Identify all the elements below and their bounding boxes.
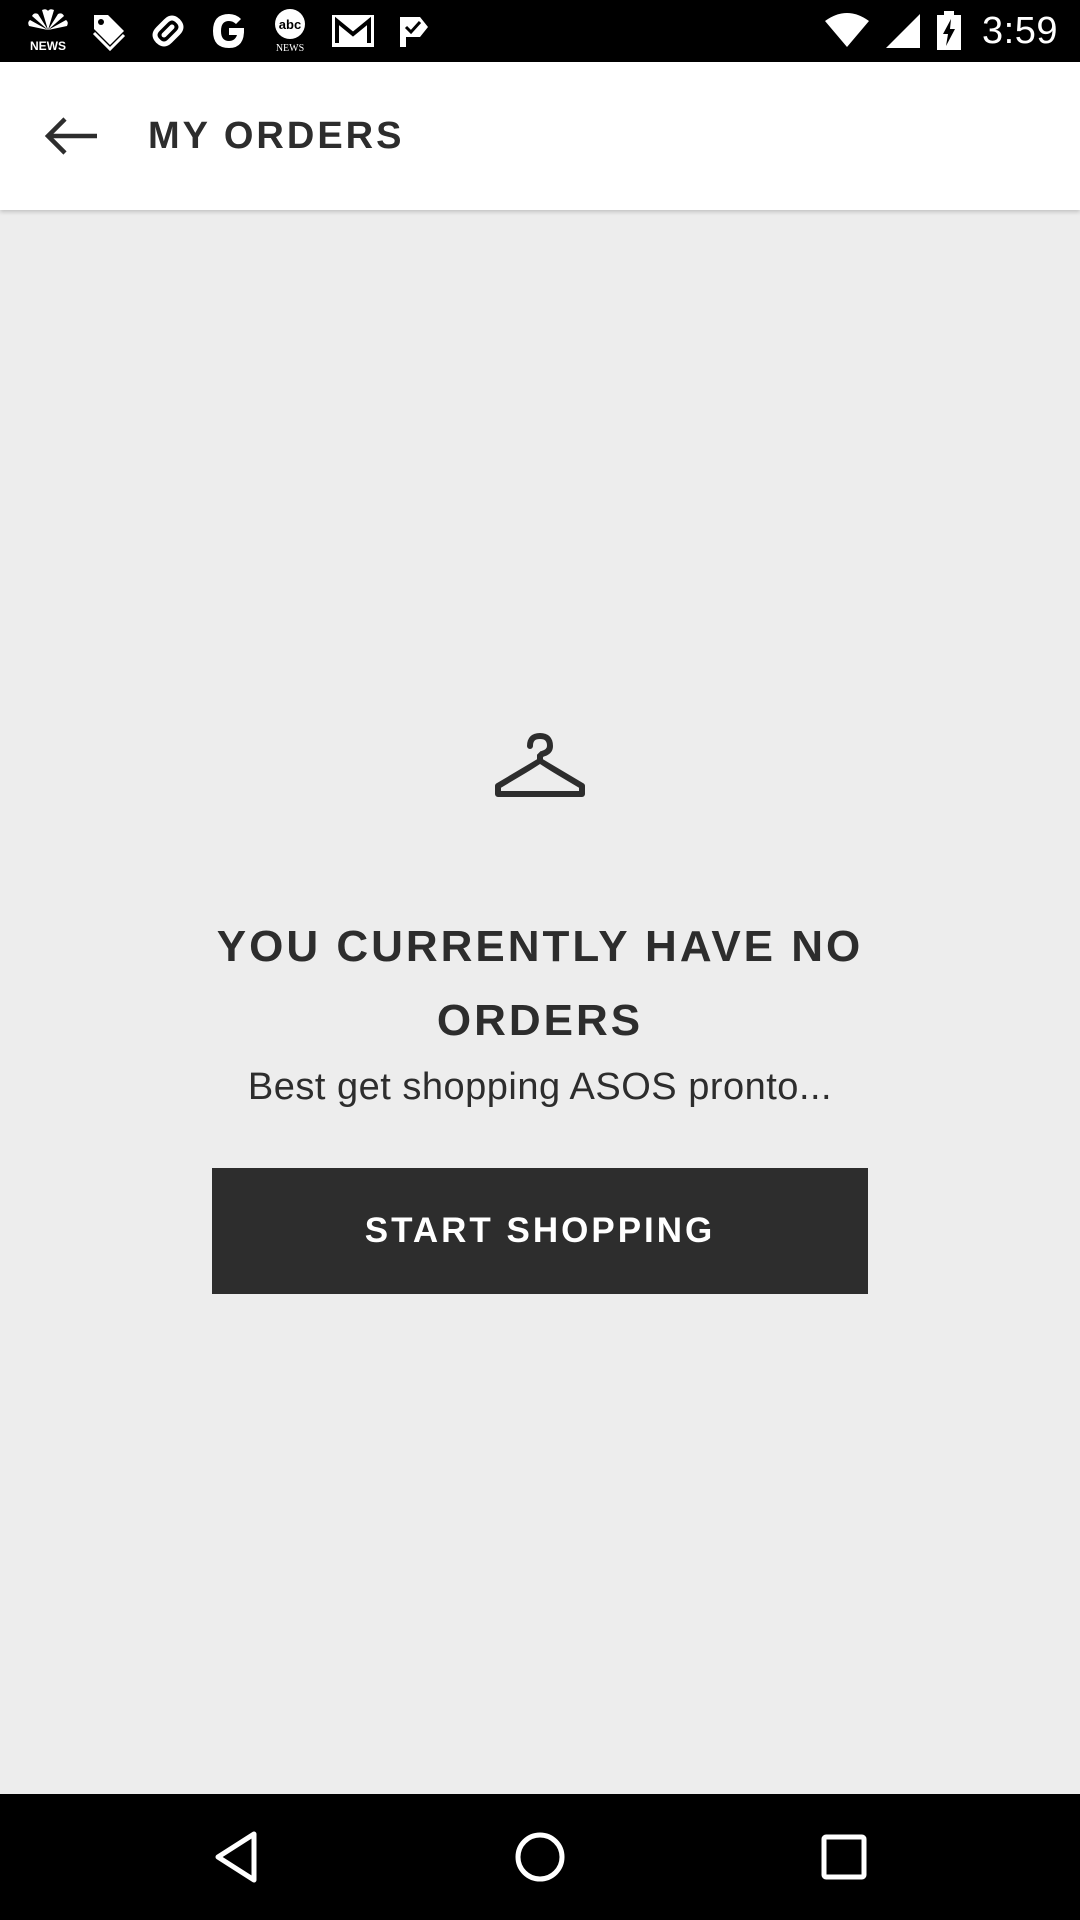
abc-news-icon: abc NEWS	[275, 9, 305, 54]
empty-state: YOU CURRENTLY HAVE NO ORDERS Best get sh…	[0, 210, 1080, 1794]
notification-icons: NEWS abc NEWS	[26, 8, 432, 54]
abc-label: abc	[279, 17, 301, 32]
status-time: 3:59	[982, 9, 1058, 52]
link-icon	[152, 15, 184, 47]
nav-home-button[interactable]	[470, 1794, 610, 1920]
nav-recents-icon	[821, 1834, 867, 1880]
navigation-bar	[0, 1794, 1080, 1920]
system-icons: 3:59	[824, 6, 1058, 56]
nav-back-icon	[215, 1831, 257, 1883]
back-button[interactable]	[36, 106, 106, 166]
nbc-news-icon: NEWS	[28, 9, 68, 53]
start-shopping-button[interactable]: START SHOPPING	[212, 1168, 868, 1294]
google-icon	[213, 14, 245, 48]
screen: NEWS abc NEWS 3:59 MY ORDERS YOU CURRENT…	[0, 0, 1080, 1920]
wifi-icon	[825, 13, 870, 47]
nav-recents-button[interactable]	[774, 1794, 914, 1920]
hanger-icon	[495, 732, 585, 797]
battery-charging-icon	[937, 11, 962, 50]
empty-state-subtitle: Best get shopping ASOS pronto...	[247, 1066, 833, 1108]
arrow-back-icon	[44, 117, 97, 155]
tag-icon	[92, 15, 126, 51]
nav-back-button[interactable]	[166, 1794, 306, 1920]
abc-sub-label: NEWS	[276, 43, 304, 54]
cell-signal-icon	[886, 14, 921, 48]
nav-home-icon	[515, 1832, 565, 1882]
empty-state-title: YOU CURRENTLY HAVE NO ORDERS	[216, 922, 864, 1045]
page-title: MY ORDERS	[148, 115, 405, 157]
app-bar: MY ORDERS	[0, 62, 1080, 210]
gmail-icon	[332, 15, 374, 47]
status-bar: NEWS abc NEWS 3:59	[0, 0, 1080, 62]
check-flag-icon	[400, 17, 428, 47]
nbc-label: NEWS	[30, 39, 66, 53]
